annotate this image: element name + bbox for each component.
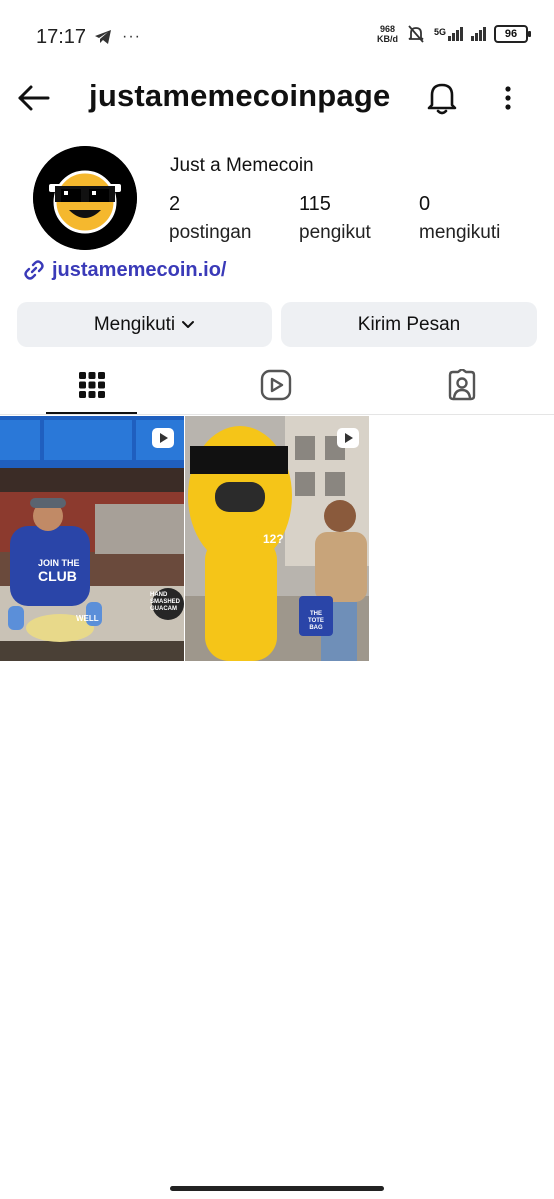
status-time: 17:17 — [36, 26, 87, 48]
status-left-icons: ··· — [94, 28, 141, 46]
network-type: 5G — [433, 27, 446, 37]
post-1-overlay-line-3: HAND SMASHED GUACAM — [150, 592, 181, 612]
profile-link[interactable]: justamemecoin.io/ — [22, 258, 227, 282]
signal-icon — [471, 27, 486, 41]
stat-following-label: mengikuti — [419, 222, 501, 243]
username-title: justamemecoinpage — [89, 78, 391, 113]
post-thumbnail-1[interactable]: JOIN THE CLUB HAND SMASHED GUACAM WELL — [0, 416, 184, 661]
tab-reels[interactable] — [230, 356, 322, 414]
reels-play-icon — [260, 369, 292, 401]
net-speed: 968 KB/d — [377, 24, 398, 44]
link-icon — [24, 260, 44, 280]
stat-following-value: 0 — [419, 193, 431, 215]
net-speed-unit: KB/d — [376, 34, 398, 44]
profile-link-text: justamemecoin.io/ — [52, 258, 227, 281]
send-message-button-label: Kirim Pesan — [357, 313, 461, 335]
avatar[interactable] — [33, 146, 137, 250]
status-bar: 17:17 ··· 968 KB/d 5G 96 — [0, 0, 554, 72]
vertical-dots-icon — [505, 86, 511, 110]
back-button[interactable] — [16, 80, 52, 116]
profile-tabs — [0, 356, 554, 415]
tab-tagged[interactable] — [416, 356, 508, 414]
home-indicator[interactable] — [170, 1186, 384, 1191]
post-2-overlay-line-1: 12? — [263, 532, 284, 546]
bell-icon — [427, 83, 457, 115]
active-tab-indicator — [46, 412, 137, 414]
following-button-label: Mengikuti — [93, 313, 176, 335]
send-message-button[interactable]: Kirim Pesan — [281, 302, 537, 347]
stat-followers-value: 115 — [299, 193, 331, 215]
status-right-icons: 968 KB/d 5G 96 — [377, 24, 531, 44]
tagged-person-icon — [448, 369, 476, 401]
post-1-overlay-line-1: JOIN THE — [38, 558, 80, 568]
more-options-button[interactable] — [496, 80, 520, 116]
post-1-overlay-line-4: WELL — [76, 614, 99, 623]
tab-posts-grid[interactable] — [46, 356, 137, 414]
net-speed-value: 968 — [379, 24, 395, 34]
more-notifications-icon: ··· — [122, 28, 141, 45]
mute-bell-icon — [408, 25, 424, 43]
arrow-left-icon — [18, 85, 50, 111]
stat-followers-label: pengikut — [299, 222, 371, 243]
sunglasses-smiley-logo — [33, 146, 137, 250]
post-2-overlay-line-2: THE TOTE BAG — [308, 611, 324, 631]
signal-5g-icon: 5G — [434, 27, 463, 41]
post-1-overlay-line-2: CLUB — [38, 568, 77, 584]
posts-grid: JOIN THE CLUB HAND SMASHED GUACAM WELL 1… — [0, 416, 554, 662]
stat-posts-label: postingan — [169, 222, 252, 243]
battery-icon: 96 — [494, 25, 531, 43]
chevron-down-icon — [182, 320, 195, 328]
stat-followers[interactable]: 115 pengikut — [299, 192, 371, 246]
reel-icon — [152, 428, 174, 448]
telegram-icon — [95, 30, 111, 44]
notifications-button[interactable] — [424, 78, 460, 116]
reel-icon — [337, 428, 359, 448]
profile-header: justamemecoinpage — [0, 72, 554, 122]
following-button[interactable]: Mengikuti — [17, 302, 272, 347]
grid-icon — [78, 372, 105, 398]
stat-posts-value: 2 — [169, 193, 181, 215]
stat-posts[interactable]: 2 postingan — [169, 192, 251, 246]
display-name: Just a Memecoin — [170, 155, 314, 176]
post-1-image — [0, 416, 184, 661]
stat-following[interactable]: 0 mengikuti — [419, 192, 500, 246]
post-thumbnail-2[interactable]: 12? THE TOTE BAG — [185, 416, 369, 661]
